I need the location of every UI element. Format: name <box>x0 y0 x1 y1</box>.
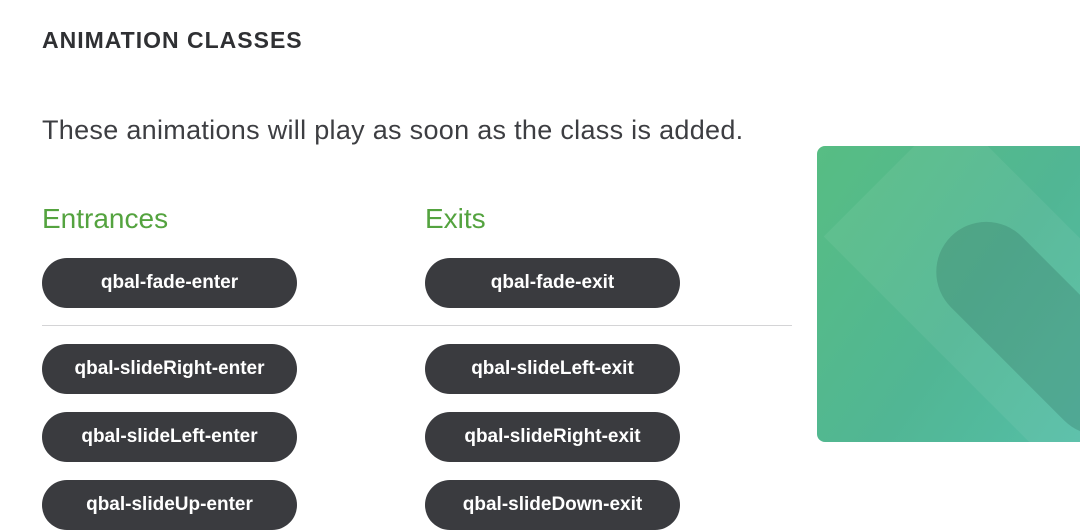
fade-enter-button[interactable]: qbal-fade-enter <box>42 258 297 308</box>
slide-left-enter-button[interactable]: qbal-slideLeft-enter <box>42 412 297 462</box>
slide-left-exit-button[interactable]: qbal-slideLeft-exit <box>425 344 680 394</box>
slide-up-enter-button[interactable]: qbal-slideUp-enter <box>42 480 297 530</box>
slide-down-exit-button[interactable]: qbal-slideDown-exit <box>425 480 680 530</box>
entrances-heading: Entrances <box>42 203 169 234</box>
animation-demo-box <box>817 146 1080 442</box>
slide-right-enter-button[interactable]: qbal-slideRight-enter <box>42 344 297 394</box>
demo-stripe-pattern <box>823 146 1080 442</box>
intro-text: These animations will play as soon as th… <box>42 115 744 145</box>
divider <box>42 325 792 326</box>
slide-right-exit-button[interactable]: qbal-slideRight-exit <box>425 412 680 462</box>
section-title: ANIMATION CLASSES <box>42 27 303 53</box>
exits-heading: Exits <box>425 203 486 234</box>
fade-exit-button[interactable]: qbal-fade-exit <box>425 258 680 308</box>
